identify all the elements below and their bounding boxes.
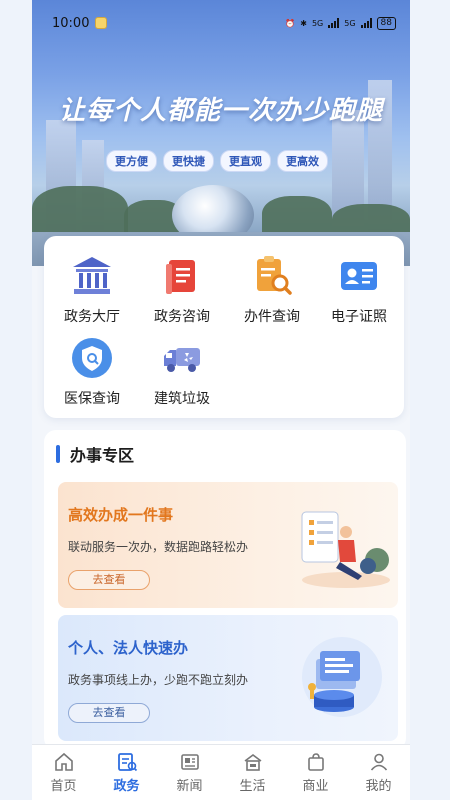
service-document-query[interactable]: 办件查询 <box>227 254 317 326</box>
section-accent-bar <box>56 445 60 463</box>
tab-label: 政务 <box>113 779 140 794</box>
weather-icon <box>95 17 108 29</box>
service-consult[interactable]: 政务咨询 <box>137 254 227 326</box>
card-title: 个人、法人快速办 <box>68 639 189 657</box>
service-label: 医保查询 <box>64 391 120 407</box>
shopping-bag-icon <box>307 753 324 771</box>
tab-government[interactable]: 政务 <box>95 745 158 800</box>
section-title: 办事专区 <box>70 446 135 465</box>
card-title: 高效办成一件事 <box>68 506 174 524</box>
signal-icon <box>360 18 372 28</box>
status-time: 10:00 <box>52 15 90 31</box>
service-zone-section: 办事专区 高效办成一件事 联动服务一次办，数据跑路轻松办 去查看 个人、法人快速… <box>44 430 406 750</box>
hero-slogan: 让每个人都能一次办少跑腿 <box>58 96 383 126</box>
tab-mine[interactable]: 我的 <box>347 745 410 800</box>
tab-business[interactable]: 商业 <box>284 745 347 800</box>
view-button[interactable]: 去查看 <box>68 570 150 590</box>
hero-tag: 更高效 <box>277 150 328 172</box>
battery-indicator: 88 <box>376 16 396 30</box>
app-screen: 10:00 ⏰ ✱ 5G 5G 88 让每个人都能一次办少跑腿 更方便 更快捷 … <box>32 0 410 800</box>
medical-shield-icon <box>72 338 112 378</box>
home-icon <box>54 752 73 771</box>
news-icon <box>180 754 199 770</box>
tab-label: 新闻 <box>176 779 203 794</box>
tab-label: 首页 <box>50 779 77 794</box>
card-subtitle: 政务事项线上办，少跑不跑立刻办 <box>68 673 249 687</box>
service-label: 政务大厅 <box>64 309 120 325</box>
tab-label: 我的 <box>365 779 392 794</box>
service-label: 电子证照 <box>331 309 387 325</box>
hero-tag: 更直观 <box>220 150 271 172</box>
view-button[interactable]: 去查看 <box>68 703 150 723</box>
document-stack-illustration <box>302 637 382 717</box>
tab-life[interactable]: 生活 <box>221 745 284 800</box>
id-card-icon <box>341 262 377 290</box>
document-search-icon <box>257 256 292 295</box>
service-label: 政务咨询 <box>154 309 210 325</box>
card-subtitle: 联动服务一次办，数据跑路轻松办 <box>68 540 249 554</box>
consult-book-icon <box>166 260 195 294</box>
status-bar: 10:00 ⏰ ✱ 5G 5G 88 <box>52 12 396 34</box>
garbage-truck-icon <box>164 348 200 372</box>
life-icon <box>244 754 261 771</box>
network-label-1: 5G <box>311 18 324 28</box>
bluetooth-icon: ✱ <box>300 18 307 28</box>
signal-icon <box>328 18 340 28</box>
tab-label: 生活 <box>239 779 266 794</box>
tab-news[interactable]: 新闻 <box>158 745 221 800</box>
service-government-hall[interactable]: 政务大厅 <box>47 254 137 326</box>
card-one-thing[interactable]: 高效办成一件事 联动服务一次办，数据跑路轻松办 去查看 <box>58 482 398 608</box>
service-e-license[interactable]: 电子证照 <box>314 254 404 326</box>
hero-tags: 更方便 更快捷 更直观 更高效 <box>106 150 328 172</box>
alarm-icon: ⏰ <box>285 18 296 28</box>
hero-tag: 更快捷 <box>163 150 214 172</box>
checklist-person-illustration <box>301 511 390 588</box>
service-construction-waste[interactable]: 建筑垃圾 <box>137 336 227 408</box>
tab-home[interactable]: 首页 <box>32 745 95 800</box>
service-grid: 政务大厅 政务咨询 办件查询 电子证照 医保查询 建筑垃圾 <box>44 236 404 418</box>
user-icon <box>370 753 387 771</box>
hero-tag: 更方便 <box>106 150 157 172</box>
tab-label: 商业 <box>302 779 329 794</box>
bottom-tab-bar: 首页 政务 新闻 生活 商业 我的 <box>32 744 410 800</box>
network-label-2: 5G <box>344 18 356 28</box>
service-medical-insurance[interactable]: 医保查询 <box>47 336 137 408</box>
government-affairs-icon <box>117 753 137 772</box>
card-quick-service[interactable]: 个人、法人快速办 政务事项线上办，少跑不跑立刻办 去查看 <box>58 615 398 741</box>
hero-banner: 10:00 ⏰ ✱ 5G 5G 88 让每个人都能一次办少跑腿 更方便 更快捷 … <box>32 0 410 266</box>
service-label: 建筑垃圾 <box>154 391 210 407</box>
section-header: 办事专区 <box>56 442 134 466</box>
service-label: 办件查询 <box>244 309 300 325</box>
government-hall-icon <box>73 257 111 294</box>
